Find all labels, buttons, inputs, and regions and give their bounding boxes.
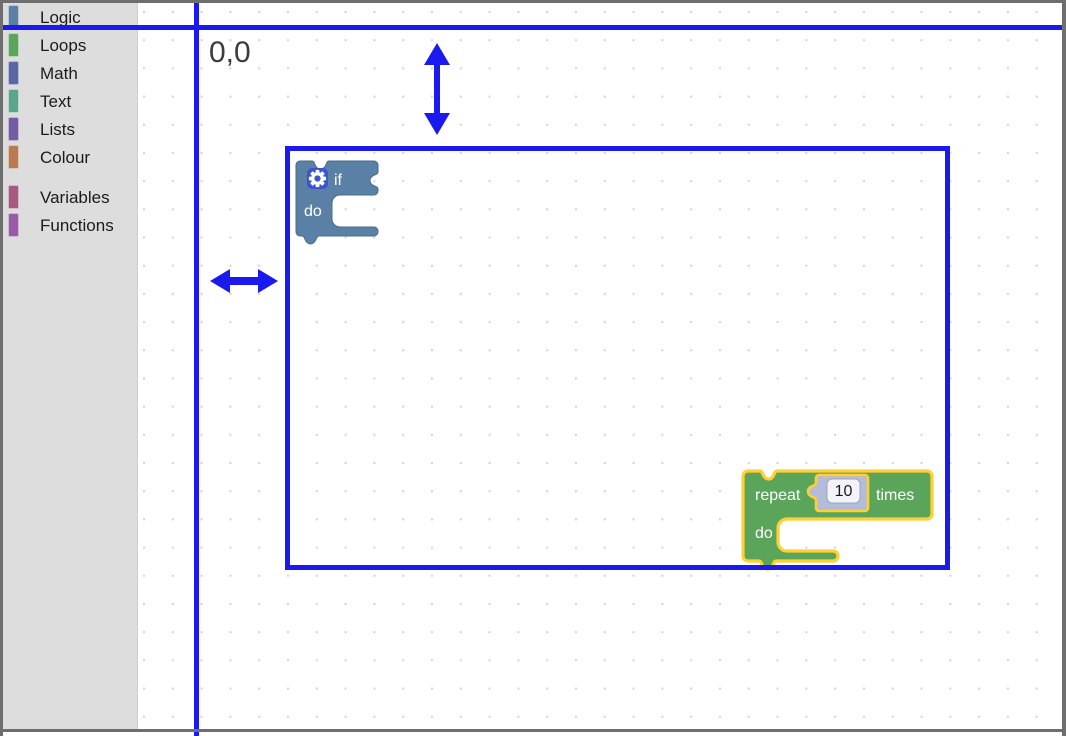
toolbox-category-loops[interactable]: Loops xyxy=(3,31,137,59)
window-border-right xyxy=(1062,0,1066,736)
toolbox-category-math[interactable]: Math xyxy=(3,59,137,87)
vertical-arrow-shape xyxy=(424,43,450,135)
category-colour-swatch xyxy=(8,61,19,85)
toolbox-category-lists[interactable]: Lists xyxy=(3,115,137,143)
category-colour-swatch xyxy=(8,145,19,169)
origin-coordinate-label: 0,0 xyxy=(209,36,251,69)
horizontal-arrow-shape xyxy=(210,269,278,293)
annotation-horizontal-line xyxy=(0,25,1066,30)
blockly-app: Logic Loops Math Text Lists Colour Varia… xyxy=(0,0,1066,736)
toolbox-category-variables[interactable]: Variables xyxy=(3,183,137,211)
toolbox-category-label: Text xyxy=(40,91,72,111)
toolbox-category-label: Lists xyxy=(40,119,75,139)
category-colour-swatch xyxy=(8,89,19,113)
vertical-offset-arrow xyxy=(419,41,455,142)
annotation-vertical-line xyxy=(194,0,199,736)
toolbox-category-label: Loops xyxy=(40,35,87,55)
window-border-bottom xyxy=(0,729,1066,732)
toolbox-category-label: Variables xyxy=(40,187,110,207)
toolbox-category-label: Logic xyxy=(40,7,81,27)
category-colour-swatch xyxy=(8,213,19,237)
window-border-top xyxy=(0,0,1066,3)
window-border-left xyxy=(0,0,3,736)
toolbox-category-label: Math xyxy=(40,63,78,83)
category-colour-swatch xyxy=(8,33,19,57)
toolbox[interactable]: Logic Loops Math Text Lists Colour Varia… xyxy=(3,3,138,729)
toolbox-category-colour[interactable]: Colour xyxy=(3,143,137,171)
horizontal-offset-arrow xyxy=(208,264,280,303)
toolbox-category-label: Functions xyxy=(40,215,114,235)
annotation-bounding-box xyxy=(285,146,950,570)
toolbox-category-text[interactable]: Text xyxy=(3,87,137,115)
toolbox-category-label: Colour xyxy=(40,147,91,167)
category-colour-swatch xyxy=(8,185,19,209)
toolbox-category-functions[interactable]: Functions xyxy=(3,211,137,239)
category-colour-swatch xyxy=(8,117,19,141)
toolbox-separator xyxy=(3,171,137,183)
